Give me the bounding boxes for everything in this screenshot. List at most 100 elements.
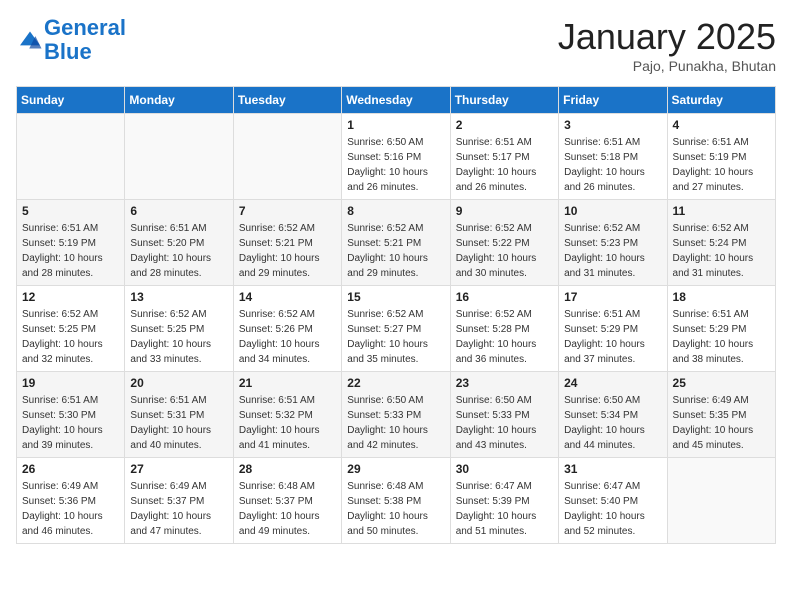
day-info: Sunrise: 6:52 AM Sunset: 5:22 PM Dayligh… — [456, 221, 553, 281]
logo: General Blue — [16, 16, 126, 64]
day-info: Sunrise: 6:51 AM Sunset: 5:29 PM Dayligh… — [673, 307, 770, 367]
weekday-header-sunday: Sunday — [17, 87, 125, 114]
day-number: 26 — [22, 462, 119, 476]
weekday-header-wednesday: Wednesday — [342, 87, 450, 114]
calendar-week-row: 5 Sunrise: 6:51 AM Sunset: 5:19 PM Daylig… — [17, 200, 776, 286]
calendar-day-30: 30 Sunrise: 6:47 AM Sunset: 5:39 PM Dayli… — [450, 458, 558, 544]
calendar-empty-cell — [667, 458, 775, 544]
calendar-day-25: 25 Sunrise: 6:49 AM Sunset: 5:35 PM Dayli… — [667, 372, 775, 458]
day-info: Sunrise: 6:47 AM Sunset: 5:40 PM Dayligh… — [564, 479, 661, 539]
day-info: Sunrise: 6:52 AM Sunset: 5:28 PM Dayligh… — [456, 307, 553, 367]
page-header: General Blue January 2025 Pajo, Punakha,… — [16, 16, 776, 74]
calendar-day-17: 17Sunrise: 6:51 AM Sunset: 5:29 PM Dayli… — [559, 286, 667, 372]
day-number: 27 — [130, 462, 227, 476]
day-number: 13 — [130, 290, 227, 304]
day-number: 30 — [456, 462, 553, 476]
calendar-day-15: 15Sunrise: 6:52 AM Sunset: 5:27 PM Dayli… — [342, 286, 450, 372]
day-number: 25 — [673, 376, 770, 390]
calendar-week-row: 12 Sunrise: 6:52 AM Sunset: 5:25 PM Dayli… — [17, 286, 776, 372]
calendar-week-row: 26 Sunrise: 6:49 AM Sunset: 5:36 PM Dayli… — [17, 458, 776, 544]
day-info: Sunrise: 6:50 AM Sunset: 5:34 PM Dayligh… — [564, 393, 661, 453]
day-info: Sunrise: 6:52 AM Sunset: 5:21 PM Dayligh… — [347, 221, 444, 281]
day-info: Sunrise: 6:51 AM Sunset: 5:18 PM Dayligh… — [564, 135, 661, 195]
day-info: Sunrise: 6:51 AM Sunset: 5:19 PM Dayligh… — [22, 221, 119, 281]
title-block: January 2025 Pajo, Punakha, Bhutan — [558, 16, 776, 74]
calendar-day-31: 31 Sunrise: 6:47 AM Sunset: 5:40 PM Dayli… — [559, 458, 667, 544]
calendar-table: SundayMondayTuesdayWednesdayThursdayFrid… — [16, 86, 776, 544]
day-info: Sunrise: 6:49 AM Sunset: 5:37 PM Dayligh… — [130, 479, 227, 539]
calendar-day-1: 1 Sunrise: 6:50 AM Sunset: 5:16 PM Daylig… — [342, 114, 450, 200]
calendar-day-16: 16 Sunrise: 6:52 AM Sunset: 5:28 PM Dayli… — [450, 286, 558, 372]
calendar-day-10: 10Sunrise: 6:52 AM Sunset: 5:23 PM Dayli… — [559, 200, 667, 286]
calendar-day-24: 24 Sunrise: 6:50 AM Sunset: 5:34 PM Dayli… — [559, 372, 667, 458]
weekday-header-row: SundayMondayTuesdayWednesdayThursdayFrid… — [17, 87, 776, 114]
day-number: 16 — [456, 290, 553, 304]
day-number: 28 — [239, 462, 336, 476]
day-number: 14 — [239, 290, 336, 304]
calendar-day-18: 18 Sunrise: 6:51 AM Sunset: 5:29 PM Dayli… — [667, 286, 775, 372]
calendar-day-9: 9 Sunrise: 6:52 AM Sunset: 5:22 PM Daylig… — [450, 200, 558, 286]
day-info: Sunrise: 6:48 AM Sunset: 5:37 PM Dayligh… — [239, 479, 336, 539]
day-number: 1 — [347, 118, 444, 132]
day-info: Sunrise: 6:52 AM Sunset: 5:21 PM Dayligh… — [239, 221, 336, 281]
calendar-day-3: 3 Sunrise: 6:51 AM Sunset: 5:18 PM Daylig… — [559, 114, 667, 200]
calendar-day-23: 23 Sunrise: 6:50 AM Sunset: 5:33 PM Dayli… — [450, 372, 558, 458]
calendar-day-22: 22Sunrise: 6:50 AM Sunset: 5:33 PM Dayli… — [342, 372, 450, 458]
day-number: 20 — [130, 376, 227, 390]
day-number: 4 — [673, 118, 770, 132]
day-number: 3 — [564, 118, 661, 132]
calendar-day-19: 19Sunrise: 6:51 AM Sunset: 5:30 PM Dayli… — [17, 372, 125, 458]
day-number: 17 — [564, 290, 661, 304]
calendar-day-21: 21Sunrise: 6:51 AM Sunset: 5:32 PM Dayli… — [233, 372, 341, 458]
location: Pajo, Punakha, Bhutan — [558, 58, 776, 74]
day-number: 11 — [673, 204, 770, 218]
day-number: 9 — [456, 204, 553, 218]
day-number: 2 — [456, 118, 553, 132]
calendar-day-13: 13 Sunrise: 6:52 AM Sunset: 5:25 PM Dayli… — [125, 286, 233, 372]
calendar-day-14: 14 Sunrise: 6:52 AM Sunset: 5:26 PM Dayli… — [233, 286, 341, 372]
day-number: 7 — [239, 204, 336, 218]
calendar-day-28: 28 Sunrise: 6:48 AM Sunset: 5:37 PM Dayli… — [233, 458, 341, 544]
day-number: 21 — [239, 376, 336, 390]
day-number: 5 — [22, 204, 119, 218]
calendar-day-5: 5 Sunrise: 6:51 AM Sunset: 5:19 PM Daylig… — [17, 200, 125, 286]
month-title: January 2025 — [558, 16, 776, 58]
day-info: Sunrise: 6:49 AM Sunset: 5:35 PM Dayligh… — [673, 393, 770, 453]
day-number: 18 — [673, 290, 770, 304]
weekday-header-thursday: Thursday — [450, 87, 558, 114]
weekday-header-monday: Monday — [125, 87, 233, 114]
calendar-empty-cell — [233, 114, 341, 200]
calendar-day-20: 20 Sunrise: 6:51 AM Sunset: 5:31 PM Dayli… — [125, 372, 233, 458]
day-info: Sunrise: 6:52 AM Sunset: 5:24 PM Dayligh… — [673, 221, 770, 281]
day-info: Sunrise: 6:47 AM Sunset: 5:39 PM Dayligh… — [456, 479, 553, 539]
day-number: 24 — [564, 376, 661, 390]
day-info: Sunrise: 6:50 AM Sunset: 5:33 PM Dayligh… — [347, 393, 444, 453]
logo-icon — [18, 30, 42, 50]
calendar-empty-cell — [17, 114, 125, 200]
day-info: Sunrise: 6:52 AM Sunset: 5:23 PM Dayligh… — [564, 221, 661, 281]
weekday-header-saturday: Saturday — [667, 87, 775, 114]
logo-general: General — [44, 15, 126, 40]
logo-blue: Blue — [44, 39, 92, 64]
day-number: 23 — [456, 376, 553, 390]
calendar-day-7: 7 Sunrise: 6:52 AM Sunset: 5:21 PM Daylig… — [233, 200, 341, 286]
day-number: 12 — [22, 290, 119, 304]
weekday-header-friday: Friday — [559, 87, 667, 114]
calendar-day-11: 11 Sunrise: 6:52 AM Sunset: 5:24 PM Dayli… — [667, 200, 775, 286]
calendar-day-8: 8Sunrise: 6:52 AM Sunset: 5:21 PM Daylig… — [342, 200, 450, 286]
day-info: Sunrise: 6:50 AM Sunset: 5:33 PM Dayligh… — [456, 393, 553, 453]
day-info: Sunrise: 6:52 AM Sunset: 5:25 PM Dayligh… — [130, 307, 227, 367]
calendar-day-29: 29Sunrise: 6:48 AM Sunset: 5:38 PM Dayli… — [342, 458, 450, 544]
day-number: 6 — [130, 204, 227, 218]
day-info: Sunrise: 6:52 AM Sunset: 5:25 PM Dayligh… — [22, 307, 119, 367]
calendar-day-26: 26 Sunrise: 6:49 AM Sunset: 5:36 PM Dayli… — [17, 458, 125, 544]
calendar-day-6: 6Sunrise: 6:51 AM Sunset: 5:20 PM Daylig… — [125, 200, 233, 286]
day-info: Sunrise: 6:51 AM Sunset: 5:31 PM Dayligh… — [130, 393, 227, 453]
day-info: Sunrise: 6:51 AM Sunset: 5:19 PM Dayligh… — [673, 135, 770, 195]
day-info: Sunrise: 6:52 AM Sunset: 5:26 PM Dayligh… — [239, 307, 336, 367]
calendar-day-4: 4 Sunrise: 6:51 AM Sunset: 5:19 PM Daylig… — [667, 114, 775, 200]
day-number: 31 — [564, 462, 661, 476]
day-info: Sunrise: 6:50 AM Sunset: 5:16 PM Dayligh… — [347, 135, 444, 195]
weekday-header-tuesday: Tuesday — [233, 87, 341, 114]
day-info: Sunrise: 6:49 AM Sunset: 5:36 PM Dayligh… — [22, 479, 119, 539]
